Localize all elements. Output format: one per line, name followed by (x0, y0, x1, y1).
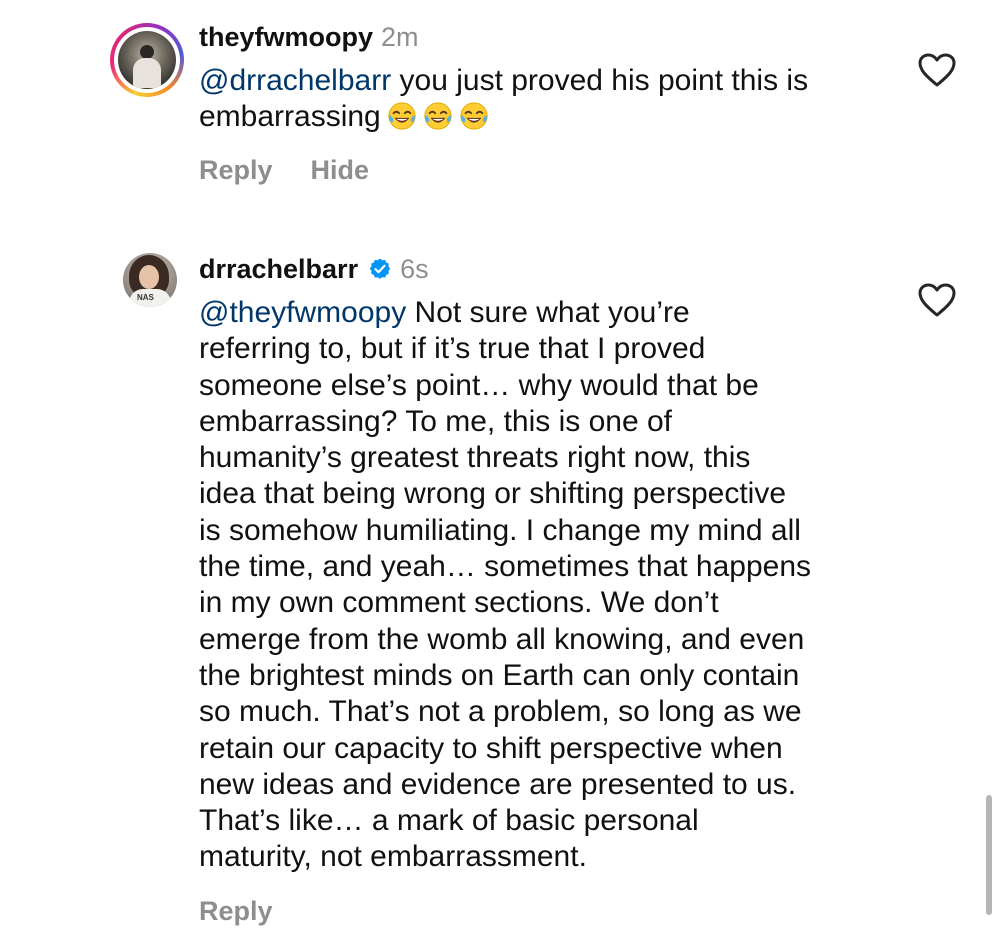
reply-button[interactable]: Reply (199, 895, 273, 927)
avatar[interactable]: NAS (123, 253, 177, 307)
comment-header: theyfwmoopy 2m (199, 21, 419, 53)
comment-text: Not sure what you’re referring to, but i… (199, 296, 812, 874)
avatar[interactable] (118, 31, 176, 89)
timestamp: 2m (381, 22, 419, 52)
comment-text-line2: embarrassing (199, 100, 381, 134)
username[interactable]: drrachelbarr (199, 253, 358, 285)
hide-button[interactable]: Hide (311, 154, 370, 186)
mention-link[interactable]: @drrachelbarr (199, 64, 391, 97)
avatar-shirt-text: NAS (137, 293, 154, 302)
reply-button[interactable]: Reply (199, 154, 273, 186)
username[interactable]: theyfwmoopy (199, 21, 373, 53)
face-with-tears-of-joy-emoji (424, 102, 452, 130)
avatar-ring-gap (114, 27, 180, 93)
heart-outline-icon[interactable] (917, 282, 957, 318)
comment-body: @theyfwmoopy Not sure what you’re referr… (199, 295, 879, 876)
avatar-figure-head (140, 45, 154, 59)
comment-text-line1: you just proved his point this is (391, 64, 809, 97)
comment-body: @drrachelbarr you just proved his point … (199, 63, 879, 136)
comment-actions: Reply (199, 895, 273, 927)
mention-link[interactable]: @theyfwmoopy (199, 296, 406, 329)
heart-outline-icon[interactable] (917, 52, 957, 88)
avatar-face (139, 265, 159, 289)
face-with-tears-of-joy-emoji (460, 102, 488, 130)
verified-badge-icon (369, 258, 391, 279)
comment-actions: Reply Hide (199, 154, 369, 186)
comment-header: drrachelbarr 6s (199, 253, 429, 285)
story-ring[interactable] (110, 23, 184, 97)
avatar-figure-body (133, 58, 161, 88)
timestamp: 6s (400, 254, 429, 284)
face-with-tears-of-joy-emoji (388, 102, 416, 130)
scrollbar[interactable] (986, 795, 992, 915)
